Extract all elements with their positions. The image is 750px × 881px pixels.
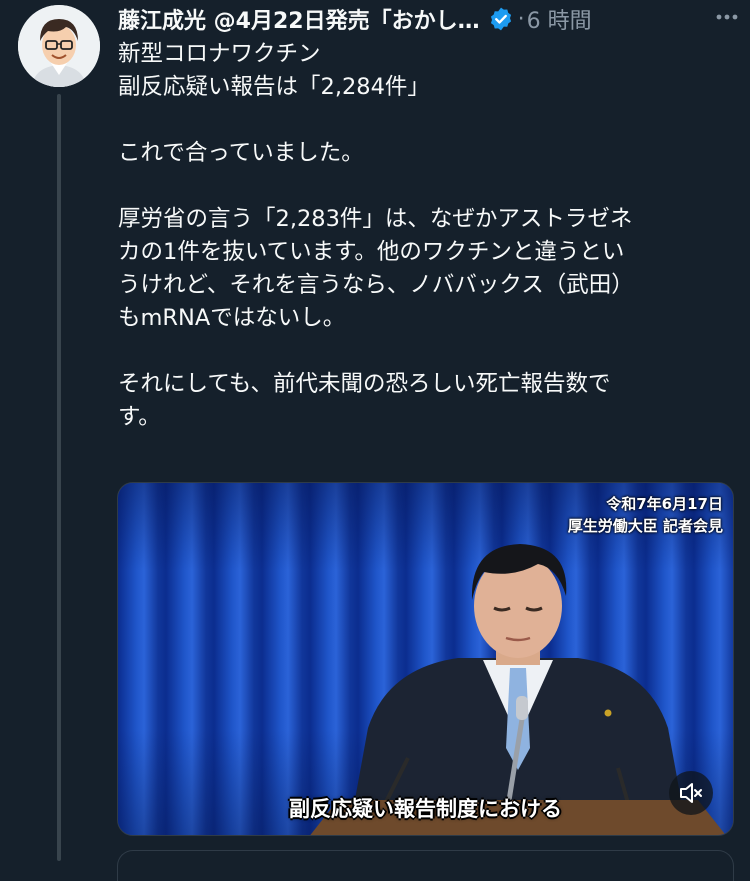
overlay-title: 厚生労働大臣 記者会見 — [567, 517, 723, 535]
video-player[interactable]: 令和7年6月17日 厚生労働大臣 記者会見 副反応疑い報告制度における — [117, 482, 734, 836]
text-line: これで合っていました。 — [118, 140, 364, 166]
post-header: 藤江成光 @4月22日発売「おかし… · 6 時間 — [118, 2, 738, 36]
next-embedded-card[interactable] — [117, 850, 734, 881]
text-line: もmRNAではないし。 — [118, 305, 346, 331]
thread-connector-line — [57, 94, 61, 861]
mute-button[interactable] — [669, 771, 713, 815]
overlay-date: 令和7年6月17日 — [606, 495, 723, 513]
text-line: 新型コロナワクチン — [118, 41, 321, 67]
text-line-blank — [118, 335, 733, 368]
author-name[interactable]: 藤江成光 @4月22日発売「おかし… — [118, 3, 480, 35]
text-line-blank — [118, 104, 733, 137]
text-line: す。 — [118, 404, 161, 430]
speaker-muted-icon — [680, 783, 702, 803]
timestamp[interactable]: 6 時間 — [527, 3, 592, 35]
text-line: うけれど、それを言うなら、ノババックス（武田） — [118, 272, 634, 298]
time-separator: · — [517, 6, 525, 32]
speaker-figure — [310, 544, 726, 835]
verified-badge-icon[interactable] — [488, 6, 514, 32]
text-line: 厚労省の言う「2,283件」は、なぜかアストラゼネ — [118, 206, 633, 232]
avatar-illustration — [18, 5, 100, 87]
text-line: 副反応疑い報告は「2,284件」 — [118, 74, 430, 100]
text-line: それにしても、前代未聞の恐ろしい死亡報告数で — [118, 371, 611, 397]
text-line-blank — [118, 170, 733, 203]
avatar[interactable] — [18, 5, 100, 87]
video-caption: 副反応疑い報告制度における — [289, 797, 562, 821]
text-line: カの1件を抜いています。他のワクチンと違うとい — [118, 239, 625, 265]
broadcast-overlay: 令和7年6月17日 厚生労働大臣 記者会見 — [568, 493, 723, 537]
more-horizontal-icon[interactable] — [712, 2, 742, 32]
post-text: 新型コロナワクチン 副反応疑い報告は「2,284件」 これで合っていました。 厚… — [118, 38, 733, 434]
